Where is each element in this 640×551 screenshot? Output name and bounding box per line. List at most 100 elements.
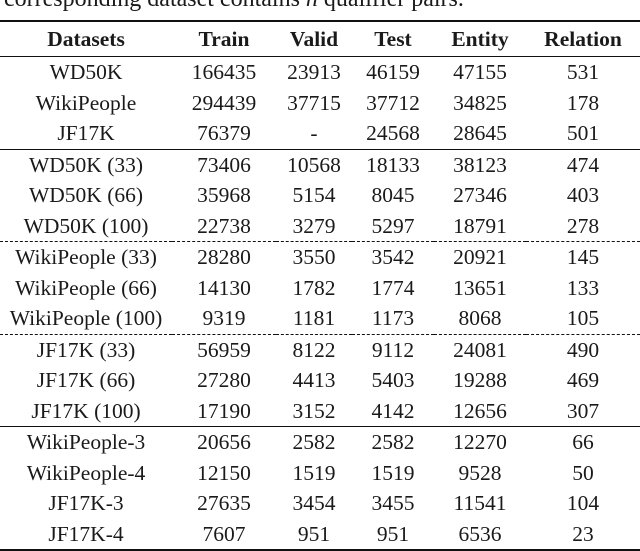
cell-valid: 5154 — [292, 183, 336, 207]
cell-valid: 3550 — [292, 245, 336, 269]
cell-relation: 490 — [566, 337, 600, 362]
cell-relation: 474 — [566, 152, 600, 177]
cell-entity: 19288 — [453, 368, 507, 392]
cell-entity: 12656 — [453, 398, 507, 423]
header-relation: Relation — [544, 27, 622, 51]
cell-train: 76379 — [197, 121, 251, 145]
cell-test: 24568 — [366, 121, 420, 145]
cell-test: 18133 — [366, 152, 420, 177]
cell-dataset: WikiPeople-3 — [26, 430, 146, 454]
cell-test: 1774 — [371, 275, 415, 300]
table-row: JF17K-4 7607 951 951 6536 23 — [0, 519, 640, 550]
table-row: WD50K (33) 73406 10568 18133 38123 474 — [0, 149, 640, 180]
table-row: WikiPeople-4 12150 1519 1519 9528 50 — [0, 458, 640, 489]
cell-relation: 278 — [566, 213, 600, 238]
table-body: WD50K 166435 23913 46159 47155 531 WikiPeople 2… — [0, 56, 640, 550]
cell-train: 14130 — [197, 275, 251, 300]
cell-dataset: JF17K-4 — [48, 521, 124, 546]
header-datasets: Datasets — [47, 27, 125, 51]
table-row: JF17K 76379 - 24568 28645 501 — [0, 118, 640, 149]
table-row: WikiPeople (100) 9319 1181 1173 8068 105 — [0, 303, 640, 334]
table-row: WikiPeople (33) 28280 3550 3542 20921 145 — [0, 241, 640, 273]
cell-entity: 11541 — [453, 491, 507, 515]
cell-dataset: JF17K (100) — [31, 398, 141, 423]
cell-valid: 37715 — [287, 90, 341, 115]
cell-relation: 531 — [566, 60, 600, 84]
header-valid: Valid — [289, 27, 339, 51]
header-train: Train — [198, 27, 250, 51]
cell-test: 4142 — [371, 398, 415, 423]
cell-test: 5297 — [371, 213, 415, 238]
cell-valid: 3152 — [292, 398, 336, 423]
cell-valid: 3454 — [292, 491, 336, 515]
cell-relation: 50 — [572, 460, 594, 485]
cell-relation: 403 — [566, 183, 600, 207]
cell-train: 12150 — [197, 460, 251, 485]
cell-valid: 3279 — [292, 213, 336, 238]
cell-test: 3542 — [371, 245, 415, 269]
cell-valid: 8122 — [292, 337, 336, 362]
cell-valid: 23913 — [287, 60, 341, 84]
cell-train: 9319 — [202, 306, 246, 330]
cell-dataset: WikiPeople (66) — [15, 275, 157, 300]
cell-relation: 178 — [566, 90, 600, 115]
cell-dataset: JF17K (33) — [36, 337, 136, 362]
cell-valid: 1519 — [292, 460, 336, 485]
cell-relation: 501 — [566, 121, 600, 145]
cell-dataset: WD50K (33) — [28, 152, 144, 177]
cell-entity: 27346 — [453, 183, 507, 207]
table-row: JF17K (100) 17190 3152 4142 12656 307 — [0, 396, 640, 427]
cell-relation: 307 — [566, 398, 600, 423]
table-caption: corresponding dataset contains n qualifi… — [4, 0, 464, 13]
cell-train: 28280 — [197, 245, 251, 269]
cell-valid: 2582 — [292, 430, 336, 454]
cell-entity: 47155 — [453, 60, 507, 84]
cell-dataset: WD50K (66) — [28, 183, 144, 207]
cell-train: 7607 — [202, 521, 246, 546]
header-test: Test — [374, 27, 412, 51]
cell-train: 35968 — [197, 183, 251, 207]
cell-valid: - — [310, 121, 318, 145]
cell-entity: 18791 — [453, 213, 507, 238]
cell-dataset: WD50K — [49, 60, 123, 84]
cell-entity: 24081 — [453, 337, 507, 362]
cell-train: 22738 — [197, 213, 251, 238]
cell-entity: 38123 — [453, 152, 507, 177]
cell-relation: 23 — [572, 521, 594, 546]
cell-test: 951 — [376, 521, 410, 546]
header-row: Datasets Train Valid Test Entity Relatio… — [0, 21, 640, 57]
cell-entity: 6536 — [458, 521, 502, 546]
cell-valid: 10568 — [287, 152, 341, 177]
cell-valid: 4413 — [292, 368, 336, 392]
cell-relation: 66 — [572, 430, 594, 454]
table-row: WikiPeople 294439 37715 37712 34825 178 — [0, 88, 640, 119]
table-row: WikiPeople (66) 14130 1782 1774 13651 133 — [0, 273, 640, 304]
cell-entity: 8068 — [458, 306, 502, 330]
table-row: JF17K (66) 27280 4413 5403 19288 469 — [0, 365, 640, 396]
cell-entity: 9528 — [458, 460, 502, 485]
cell-test: 1519 — [371, 460, 415, 485]
caption-prefix: corresponding dataset contains — [4, 0, 306, 12]
cell-entity: 28645 — [453, 121, 507, 145]
cell-train: 27635 — [197, 491, 251, 515]
cell-train: 27280 — [197, 368, 251, 392]
cell-relation: 105 — [566, 306, 600, 330]
cell-dataset: WikiPeople — [35, 90, 137, 115]
cell-train: 73406 — [197, 152, 251, 177]
table-row: JF17K-3 27635 3454 3455 11541 104 — [0, 488, 640, 519]
cell-test: 46159 — [366, 60, 420, 84]
cell-entity: 12270 — [453, 430, 507, 454]
cell-valid: 1181 — [292, 306, 336, 330]
cell-test: 1173 — [371, 306, 415, 330]
cell-test: 2582 — [371, 430, 415, 454]
cell-test: 9112 — [371, 337, 415, 362]
cell-dataset: JF17K-3 — [48, 491, 124, 515]
cell-dataset: WikiPeople (100) — [9, 306, 163, 330]
cell-entity: 20921 — [453, 245, 507, 269]
cell-dataset: JF17K (66) — [36, 368, 136, 392]
table-row: WikiPeople-3 20656 2582 2582 12270 66 — [0, 426, 640, 458]
cell-relation: 145 — [566, 245, 600, 269]
cell-relation: 133 — [566, 275, 600, 300]
cell-train: 166435 — [191, 60, 257, 84]
cell-dataset: WikiPeople (33) — [15, 245, 157, 269]
